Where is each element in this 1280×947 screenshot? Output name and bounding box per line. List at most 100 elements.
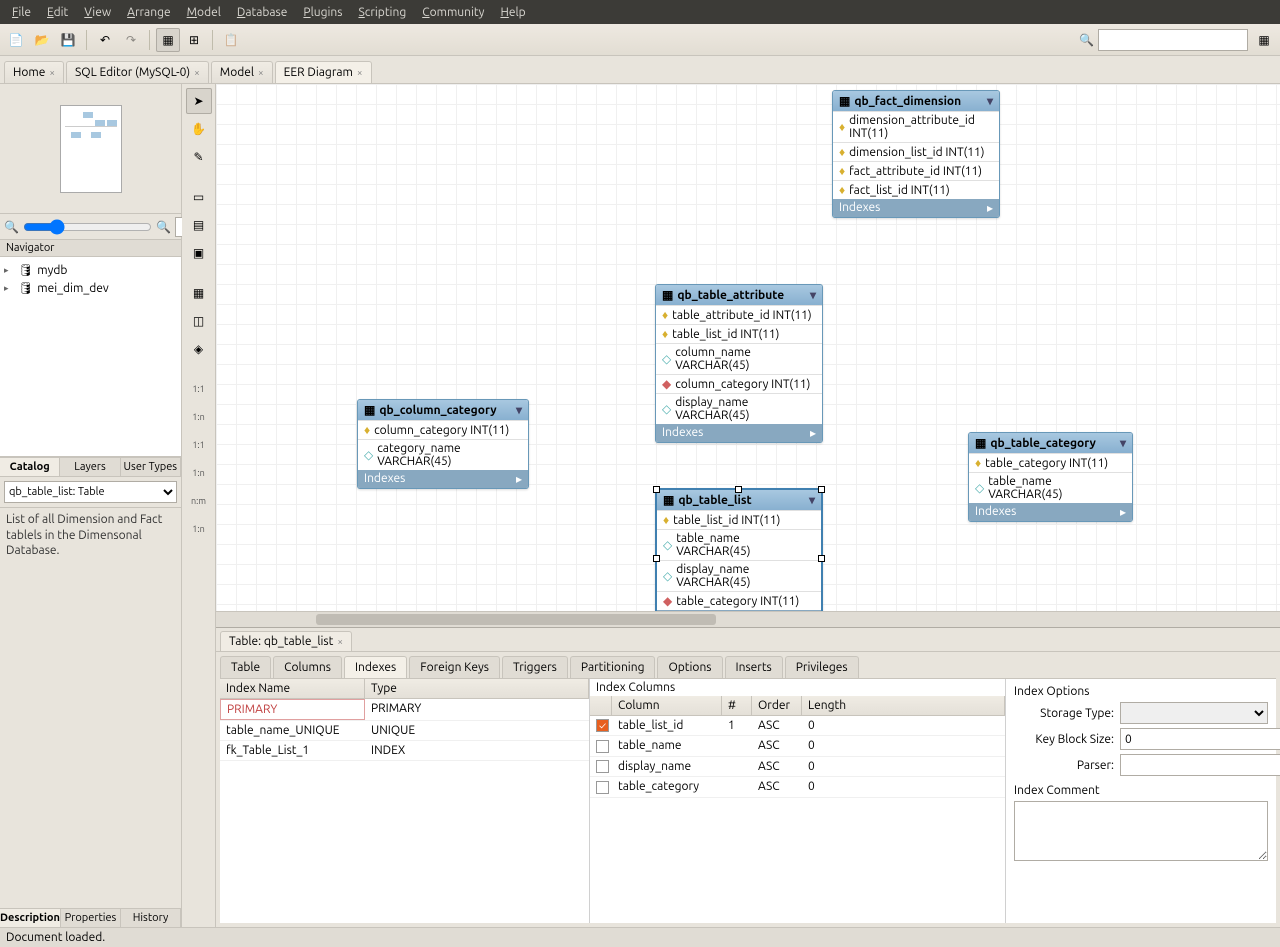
tool-palette: ➤ ✋ ✎ ▭ ▤ ▣ ▦ ◫ ◈ 1:1 1:n 1:1 1:n n:m 1:… [182,84,216,927]
left-tab-history[interactable]: History [121,909,181,927]
index-row[interactable]: table_name_UNIQUEUNIQUE [220,721,589,741]
subtab-inserts[interactable]: Inserts [725,656,783,678]
menu-model[interactable]: Model [179,6,229,19]
key-block-size-input[interactable] [1120,728,1280,750]
menu-arrange[interactable]: Arrange [119,6,178,19]
tab-home[interactable]: Home× [4,61,64,83]
menu-help[interactable]: Help [492,6,533,19]
zoom-out-icon[interactable]: 🔍 [4,220,19,234]
close-icon[interactable]: × [194,67,200,78]
layer-tool[interactable]: ▭ [186,184,212,210]
key-icon: ♦ [364,423,370,437]
index-column-row[interactable]: table_categoryASC0 [590,777,1005,797]
rel-1-n-tool[interactable]: 1:n [186,404,212,430]
subtab-foreign-keys[interactable]: Foreign Keys [409,656,500,678]
entity-qb-fact-dimension[interactable]: ▦qb_fact_dimension▾ ♦dimension_attribute… [832,90,1000,218]
doc-button[interactable]: 📋 [219,28,243,52]
tab-sql-editor[interactable]: SQL Editor (MySQL-0)× [66,61,209,83]
close-icon[interactable]: × [49,67,55,78]
left-tab-catalog[interactable]: Catalog [0,458,60,476]
index-list[interactable]: Index NameType PRIMARYPRIMARY table_name… [220,679,590,923]
entity-qb-table-attribute[interactable]: ▦qb_table_attribute▾ ♦table_attribute_id… [655,284,823,443]
rel-1-1-id-tool[interactable]: 1:1 [186,432,212,458]
view-options-button[interactable]: ⊞ [182,28,206,52]
new-file-button[interactable]: 📄 [4,28,28,52]
routine-tool[interactable]: ◈ [186,336,212,362]
menu-view[interactable]: View [76,6,119,19]
menu-plugins[interactable]: Plugins [295,6,350,19]
left-tab-properties[interactable]: Properties [61,909,121,927]
checkbox[interactable] [596,781,609,794]
horizontal-scrollbar[interactable] [216,611,1280,627]
save-button[interactable]: 💾 [56,28,80,52]
view-tool[interactable]: ◫ [186,308,212,334]
index-comment-label: Index Comment [1014,784,1268,797]
menu-scripting[interactable]: Scripting [350,6,414,19]
index-column-row[interactable]: display_nameASC0 [590,757,1005,777]
column-icon: ◇ [975,481,984,495]
search-options-button[interactable]: ▦ [1252,28,1276,52]
storage-type-select[interactable] [1120,702,1268,724]
table-select[interactable]: qb_table_list: Table [4,481,177,503]
schema-item[interactable]: ▸🛢mei_dim_dev [4,279,177,297]
menu-community[interactable]: Community [414,6,492,19]
main-toolbar: 📄 📂 💾 ↶ ↷ ▦ ⊞ 📋 🔍 ▦ [0,24,1280,56]
entity-qb-column-category[interactable]: ▦qb_column_category▾ ♦column_category IN… [357,399,529,489]
redo-button[interactable]: ↷ [119,28,143,52]
index-column-row[interactable]: table_list_id1ASC0 [590,716,1005,736]
parser-input[interactable] [1120,754,1280,776]
tab-eer-diagram[interactable]: EER Diagram× [275,61,372,83]
schema-item[interactable]: ▸🛢mydb [4,261,177,279]
index-comment-textarea[interactable] [1014,801,1268,861]
rel-n-m-tool[interactable]: n:m [186,488,212,514]
rel-existing-tool[interactable]: 1:n [186,516,212,542]
schema-tree[interactable]: ▸🛢mydb ▸🛢mei_dim_dev [0,257,181,457]
navigator-preview[interactable] [0,84,181,214]
close-icon[interactable]: × [337,636,343,647]
eraser-tool[interactable]: ✎ [186,144,212,170]
table-icon: ▦ [364,403,375,417]
image-tool[interactable]: ▣ [186,240,212,266]
close-icon[interactable]: × [357,67,363,78]
diagram-canvas[interactable]: ▦qb_fact_dimension▾ ♦dimension_attribute… [216,84,1280,611]
checkbox[interactable] [596,740,609,753]
pointer-tool[interactable]: ➤ [186,88,212,114]
checkbox[interactable] [596,760,609,773]
grid-toggle-button[interactable]: ▦ [156,28,180,52]
subtab-table[interactable]: Table [220,656,271,678]
left-tab-layers[interactable]: Layers [60,458,120,476]
menu-file[interactable]: File [4,6,39,19]
rel-1-n-id-tool[interactable]: 1:n [186,460,212,486]
index-row[interactable]: fk_Table_List_1INDEX [220,741,589,761]
undo-button[interactable]: ↶ [93,28,117,52]
hand-tool[interactable]: ✋ [186,116,212,142]
index-column-row[interactable]: table_nameASC0 [590,736,1005,756]
tab-model[interactable]: Model× [211,61,273,83]
zoom-in-icon[interactable]: 🔍 [156,220,171,234]
menu-database[interactable]: Database [229,6,296,19]
subtab-partitioning[interactable]: Partitioning [570,656,656,678]
table-tool[interactable]: ▦ [186,280,212,306]
index-row[interactable]: PRIMARYPRIMARY [220,699,589,721]
subtab-options[interactable]: Options [657,656,722,678]
left-tab-user-types[interactable]: User Types [121,458,181,476]
editor-tab[interactable]: Table: qb_table_list× [220,631,352,651]
entity-qb-table-list[interactable]: ▦qb_table_list▾ ♦table_list_id INT(11) ◇… [655,488,823,611]
entity-qb-table-category[interactable]: ▦qb_table_category▾ ♦table_category INT(… [968,432,1133,522]
storage-type-label: Storage Type: [1014,707,1114,720]
subtab-indexes[interactable]: Indexes [344,656,407,678]
table-editor: Table: qb_table_list× Table Columns Inde… [216,627,1280,927]
menu-edit[interactable]: Edit [39,6,76,19]
checkbox[interactable] [596,719,609,732]
parser-label: Parser: [1014,759,1114,772]
close-icon[interactable]: × [258,67,264,78]
note-tool[interactable]: ▤ [186,212,212,238]
subtab-triggers[interactable]: Triggers [502,656,568,678]
search-input[interactable] [1098,29,1248,51]
zoom-slider[interactable] [23,219,152,235]
open-file-button[interactable]: 📂 [30,28,54,52]
subtab-columns[interactable]: Columns [273,656,342,678]
rel-1-1-tool[interactable]: 1:1 [186,376,212,402]
subtab-privileges[interactable]: Privileges [785,656,859,678]
left-tab-description[interactable]: Description [0,909,61,927]
